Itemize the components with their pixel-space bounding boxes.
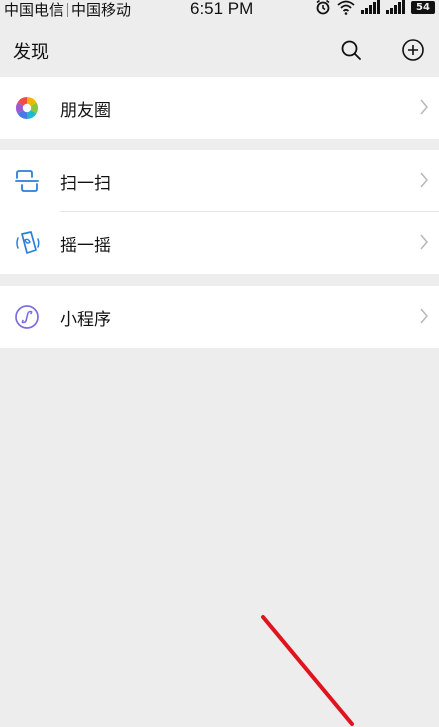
menu-item-label: 小程序 bbox=[60, 310, 111, 330]
signal-2-icon bbox=[386, 0, 405, 14]
menu-group-mini-programs: 小程序 bbox=[0, 286, 439, 348]
status-time: 6:51 PM bbox=[190, 0, 254, 18]
signal-1-icon bbox=[361, 0, 380, 14]
add-button[interactable] bbox=[400, 37, 426, 63]
search-button[interactable] bbox=[338, 37, 364, 63]
menu-item-moments[interactable]: 朋友圈 bbox=[0, 77, 439, 139]
menu-item-label: 扫一扫 bbox=[60, 174, 111, 194]
mini-program-icon bbox=[14, 304, 40, 330]
chevron-right-icon bbox=[420, 308, 428, 324]
menu-item-scan[interactable]: 扫一扫 bbox=[0, 150, 439, 212]
menu-item-mini-programs[interactable]: 小程序 bbox=[0, 286, 439, 348]
chevron-right-icon bbox=[420, 234, 428, 250]
status-icons: 54 bbox=[315, 0, 435, 15]
battery-level: 54 bbox=[411, 0, 435, 14]
search-icon bbox=[341, 40, 361, 60]
annotation-line bbox=[261, 615, 354, 726]
wifi-icon bbox=[337, 0, 355, 15]
alarm-icon bbox=[316, 0, 330, 15]
moments-icon bbox=[14, 95, 40, 121]
plus-circle-icon bbox=[402, 39, 424, 61]
chevron-right-icon bbox=[420, 99, 428, 115]
chevron-right-icon bbox=[420, 172, 428, 188]
shake-icon bbox=[14, 230, 40, 256]
menu-item-label: 朋友圈 bbox=[60, 101, 111, 121]
scan-icon bbox=[14, 168, 40, 194]
menu-group-tools: 扫一扫 摇一摇 bbox=[0, 150, 439, 274]
menu-item-shake[interactable]: 摇一摇 bbox=[0, 212, 439, 274]
menu-item-label: 摇一摇 bbox=[60, 236, 111, 256]
nav-bar: 发现 bbox=[0, 22, 439, 77]
menu-group-moments: 朋友圈 bbox=[0, 77, 439, 139]
carrier-1: 中国电信 bbox=[4, 1, 65, 19]
carrier-separator bbox=[67, 2, 69, 17]
carrier-2: 中国移动 bbox=[71, 1, 132, 19]
page-title: 发现 bbox=[13, 42, 49, 63]
status-bar: 中国电信 中国移动 6:51 PM 54 bbox=[0, 0, 439, 22]
carrier-info: 中国电信 中国移动 bbox=[4, 0, 131, 20]
